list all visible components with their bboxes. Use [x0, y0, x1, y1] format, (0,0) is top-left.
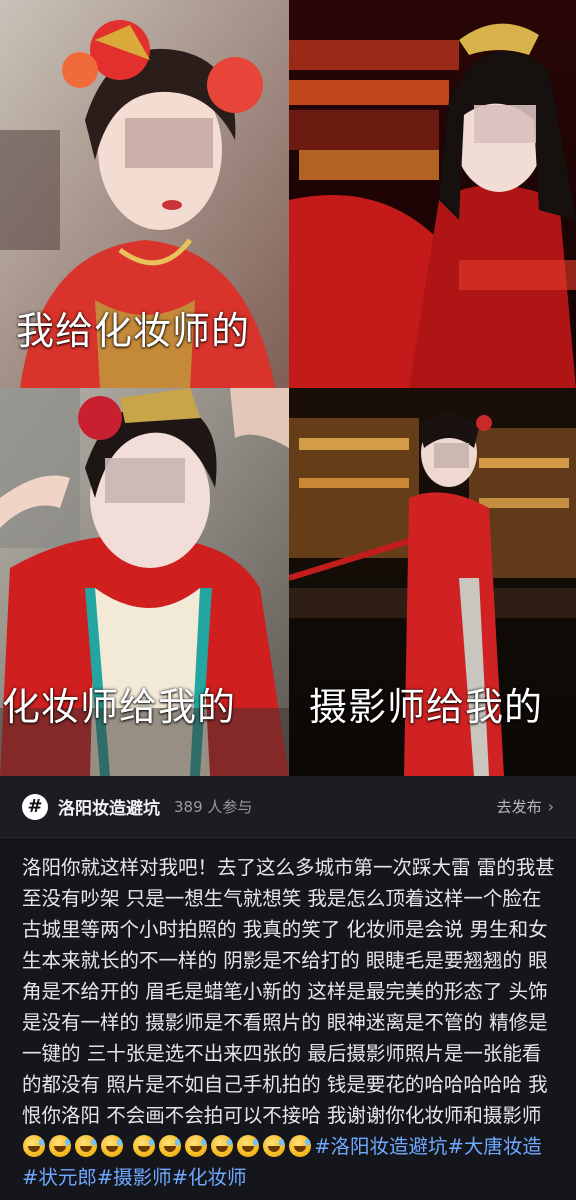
topic-name[interactable]: 洛阳妆造避坑	[58, 794, 160, 819]
hashtag-icon: #	[22, 793, 48, 820]
sweat-smile-emoji	[237, 1135, 260, 1157]
post-text: 洛阳你就这样对我吧！去了这么多城市第一次踩大雷 雷的我甚至没有吵架 只是一想生气…	[22, 856, 555, 1127]
sweat-smile-emoji	[133, 1135, 156, 1157]
photo-makeup-reference[interactable]: 我给化妆师的	[0, 0, 289, 388]
publish-label: 去发布	[496, 798, 542, 816]
hashtag-link[interactable]: #状元郎	[22, 1166, 97, 1189]
sweat-smile-emoji	[49, 1135, 71, 1157]
hashtag-link[interactable]: #洛阳妆造避坑	[314, 1135, 447, 1158]
sweat-smile-emoji	[159, 1135, 182, 1157]
photo-caption: 化妆师给我的	[2, 685, 237, 729]
sweat-smile-emoji	[185, 1135, 208, 1157]
photo-caption: 摄影师给我的	[309, 685, 544, 729]
hashtag-link[interactable]: #摄影师	[97, 1166, 172, 1189]
sweat-smile-emoji	[289, 1135, 312, 1157]
topic-bar[interactable]: # 洛阳妆造避坑 389 人参与 去发布 ›	[0, 776, 576, 838]
photo-makeup-result[interactable]: 化妆师给我的	[0, 388, 289, 776]
photo-photography-result[interactable]: 摄影师给我的	[289, 388, 576, 776]
hashtag-link[interactable]: #化妆师	[172, 1166, 247, 1189]
emoji-row	[22, 1135, 314, 1158]
publish-button[interactable]: 去发布 ›	[497, 796, 554, 817]
sweat-smile-emoji	[211, 1135, 234, 1157]
sweat-smile-emoji	[23, 1135, 45, 1157]
hashtag-link[interactable]: #大唐妆造	[448, 1135, 542, 1158]
sweat-smile-emoji	[263, 1135, 286, 1157]
photo-photography-reference[interactable]	[289, 0, 576, 388]
photo-grid: 我给化妆师的 化妆师给我的 摄影师给我的	[0, 0, 576, 776]
photo-caption: 我给化妆师的	[16, 309, 251, 353]
sweat-smile-emoji	[75, 1135, 97, 1157]
post-body: 洛阳你就这样对我吧！去了这么多城市第一次踩大雷 雷的我甚至没有吵架 只是一想生气…	[0, 838, 576, 1200]
sweat-smile-emoji	[101, 1135, 123, 1157]
chevron-right-icon: ›	[547, 797, 554, 816]
topic-participants: 389 人参与	[174, 798, 253, 816]
